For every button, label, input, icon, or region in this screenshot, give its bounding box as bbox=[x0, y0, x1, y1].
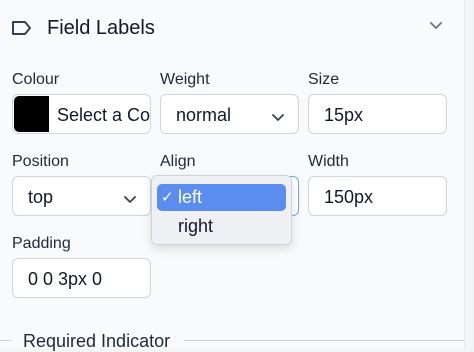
colour-picker[interactable]: Select a Co bbox=[12, 94, 151, 134]
weight-label: Weight bbox=[160, 71, 210, 88]
size-input[interactable]: 15px bbox=[308, 94, 447, 134]
chevron-down-icon bbox=[271, 108, 285, 122]
position-value: top bbox=[28, 187, 54, 207]
align-option-right[interactable]: right bbox=[157, 213, 286, 240]
weight-select[interactable]: normal bbox=[160, 94, 299, 134]
colour-swatch[interactable] bbox=[14, 96, 49, 132]
width-input[interactable]: 150px bbox=[308, 176, 447, 216]
tag-icon bbox=[11, 19, 33, 37]
option-label: left bbox=[178, 187, 203, 207]
section-title: Field Labels bbox=[47, 17, 155, 39]
option-label: right bbox=[178, 216, 214, 236]
weight-value: normal bbox=[176, 105, 232, 125]
check-icon: ✓ bbox=[161, 189, 174, 206]
align-dropdown-menu: ✓ left right bbox=[151, 175, 292, 245]
align-option-left[interactable]: ✓ left bbox=[157, 184, 286, 211]
position-label: Position bbox=[12, 153, 69, 170]
colour-label: Colour bbox=[12, 71, 60, 88]
section-header[interactable]: Field Labels bbox=[0, 0, 464, 56]
colour-select-text: Select a Co bbox=[57, 105, 150, 125]
size-value: 15px bbox=[324, 105, 364, 125]
size-label: Size bbox=[308, 71, 340, 88]
padding-value: 0 0 3px 0 bbox=[28, 269, 103, 289]
padding-label: Padding bbox=[12, 235, 71, 252]
chevron-down-icon bbox=[123, 190, 137, 204]
width-label: Width bbox=[308, 153, 349, 170]
chevron-down-icon[interactable] bbox=[428, 18, 444, 34]
divider bbox=[0, 340, 12, 341]
padding-input[interactable]: 0 0 3px 0 bbox=[12, 258, 151, 298]
field-labels-panel: Field Labels Colour Weight Size Select a… bbox=[0, 0, 465, 351]
position-select[interactable]: top bbox=[12, 176, 151, 216]
width-value: 150px bbox=[324, 187, 374, 207]
divider bbox=[184, 340, 464, 341]
align-label: Align bbox=[160, 153, 196, 170]
